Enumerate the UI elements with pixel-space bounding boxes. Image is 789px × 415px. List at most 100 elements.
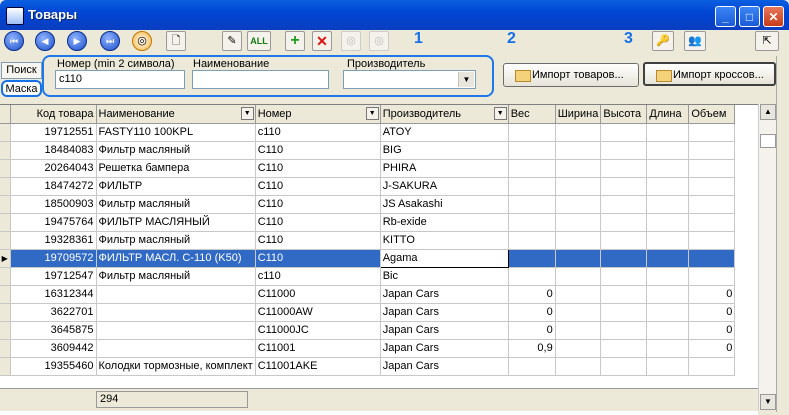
cell-code[interactable]: 19709572 [10,249,97,268]
add-icon[interactable]: + [285,31,305,51]
table-row[interactable]: 18484083 Фильтр масляный C110 BIG [0,141,736,160]
cell-height[interactable] [600,321,648,340]
new-document-icon[interactable]: 🗋 [166,31,186,51]
cell-width[interactable] [555,357,602,376]
cell-length[interactable] [646,339,690,358]
table-row[interactable]: 19712551 FASTY110 100KPL c110 ATOY [0,123,736,142]
cell-width[interactable] [555,195,602,214]
cell-code[interactable]: 20264043 [10,159,97,178]
cell-name[interactable]: Фильтр масляный [96,141,256,160]
cell-maker[interactable]: Japan Cars [380,339,509,358]
filter-dropdown-icon[interactable]: ▼ [493,107,507,120]
cell-maker[interactable]: JS Asakashi [380,195,509,214]
cell-length[interactable] [646,123,690,142]
col-header-name[interactable]: Наименование ▼ [96,105,256,124]
cell-code[interactable]: 3609442 [10,339,97,358]
filter-dropdown-icon[interactable]: ▼ [240,107,254,120]
minimize-button[interactable]: _ [715,6,736,27]
cell-volume[interactable]: 0 [688,303,736,322]
vertical-scrollbar[interactable]: ▲ ▼ [758,104,776,410]
col-header-length[interactable]: Длина [646,105,690,124]
cell-weight[interactable] [508,123,556,142]
cell-number[interactable]: C11000 [255,285,381,304]
table-row[interactable]: 3645875 C11000JC Japan Cars 0 0 [0,321,736,340]
cell-code[interactable]: 18474272 [10,177,97,196]
cell-code[interactable]: 19328361 [10,231,97,250]
cell-width[interactable] [555,339,602,358]
cell-height[interactable] [600,177,648,196]
cell-length[interactable] [646,177,690,196]
tab-mask[interactable]: Маска [1,80,42,97]
name-input[interactable] [192,70,329,89]
cell-height[interactable] [600,159,648,178]
cell-weight[interactable] [508,177,556,196]
col-header-maker[interactable]: Производитель ▼ [380,105,509,124]
cell-length[interactable] [646,213,690,232]
cell-length[interactable] [646,285,690,304]
cell-volume[interactable] [688,213,736,232]
cell-maker[interactable]: PHIRA [380,159,509,178]
cell-maker[interactable]: Japan Cars [380,285,509,304]
cell-length[interactable] [646,267,690,286]
cell-volume[interactable] [688,177,736,196]
col-header-weight[interactable]: Вес [508,105,556,124]
cell-maker[interactable]: Rb-exide [380,213,509,232]
cell-maker[interactable]: Japan Cars [380,303,509,322]
edit-icon[interactable]: ✎ [222,31,242,51]
cell-height[interactable] [600,267,648,286]
cell-weight[interactable] [508,249,556,268]
cell-length[interactable] [646,249,690,268]
cell-maker[interactable]: KITTO [380,231,509,250]
cell-number[interactable]: C110 [255,177,381,196]
cell-maker[interactable]: Agama [379,248,509,268]
splitter[interactable] [776,56,789,412]
table-row[interactable]: 20264043 Решетка бампера C110 PHIRA [0,159,736,178]
cell-maker[interactable]: Japan Cars [380,321,509,340]
cell-name[interactable]: ФИЛЬТР [96,177,256,196]
cell-code[interactable]: 3645875 [10,321,97,340]
table-row[interactable]: 19712547 Фильтр масляный c110 Bic [0,267,736,286]
col-header-width[interactable]: Ширина [555,105,602,124]
scroll-up-icon[interactable]: ▲ [760,104,776,120]
cell-width[interactable] [555,159,602,178]
cell-code[interactable]: 18500903 [10,195,97,214]
cell-length[interactable] [646,231,690,250]
table-row[interactable]: 19355460 Колодки тормозные, комплект C1100… [0,357,736,376]
cell-code[interactable]: 19712547 [10,267,97,286]
cell-maker[interactable]: J-SAKURA [380,177,509,196]
number-input[interactable]: с110 [55,70,185,89]
last-record-icon[interactable]: ⏭ [100,31,120,51]
cell-volume[interactable] [688,141,736,160]
cell-name[interactable]: Решетка бампера [96,159,256,178]
maker-select[interactable]: ▼ [343,70,476,89]
cell-weight[interactable] [508,213,556,232]
cell-height[interactable] [600,231,648,250]
maximize-button[interactable]: □ [739,6,760,27]
cell-name[interactable]: ФИЛЬТР МАСЛЯНЫЙ [96,213,256,232]
cell-code[interactable]: 18484083 [10,141,97,160]
cell-weight[interactable] [508,159,556,178]
import-cross-button[interactable]: Импорт кроссов... [643,62,776,86]
table-row[interactable]: 16312344 C11000 Japan Cars 0 0 [0,285,736,304]
cell-length[interactable] [646,303,690,322]
cell-width[interactable] [555,177,602,196]
cell-width[interactable] [555,123,602,142]
chevron-down-icon[interactable]: ▼ [458,72,474,87]
cell-width[interactable] [555,213,602,232]
cell-weight[interactable] [508,195,556,214]
cell-width[interactable] [555,303,602,322]
cell-width[interactable] [555,267,602,286]
table-row[interactable]: ▶ 19709572 ФИЛЬТР МАСЛ. С-110 (K50) C110 Aga… [0,248,736,268]
cell-length[interactable] [646,195,690,214]
col-header-code[interactable]: Код товара [10,105,97,124]
table-row[interactable]: 19475764 ФИЛЬТР МАСЛЯНЫЙ C110 Rb-exide [0,213,736,232]
refresh-icon[interactable]: ◎ [132,31,152,51]
cell-code[interactable]: 19475764 [10,213,97,232]
cell-code[interactable]: 19712551 [10,123,97,142]
cell-name[interactable]: ФИЛЬТР МАСЛ. С-110 (K50) [96,249,256,268]
cell-weight[interactable] [508,231,556,250]
cell-name[interactable]: Колодки тормозные, комплект [96,357,256,376]
cell-height[interactable] [600,357,648,376]
cell-height[interactable] [600,195,648,214]
exit-window-icon[interactable]: ⇱ [755,31,779,51]
